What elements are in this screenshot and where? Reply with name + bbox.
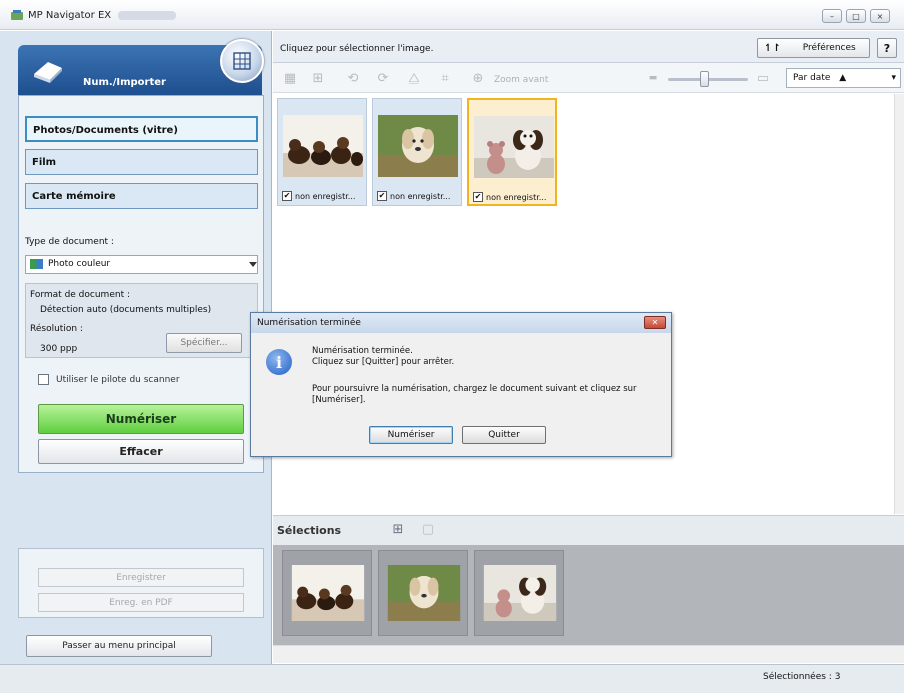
selections-title: Sélections — [277, 524, 342, 537]
resolution-value: 300 ppp — [40, 344, 78, 354]
large-thumb-icon[interactable]: ▭ — [756, 70, 770, 86]
thumbnail-checkbox[interactable]: ✔ — [377, 191, 387, 201]
grid-icon[interactable]: ⊞ — [310, 70, 326, 86]
source-photos-documents[interactable]: Photos/Documents (vitre) — [25, 116, 258, 142]
thumbnail-caption: non enregistr... — [486, 193, 547, 202]
dialog-close-icon[interactable]: ✕ — [644, 316, 666, 329]
zoom-label[interactable]: Zoom avant — [494, 75, 548, 85]
globe-icon[interactable] — [220, 39, 264, 83]
thumbnail-checkbox[interactable]: ✔ — [282, 191, 292, 201]
single-view-icon[interactable]: ▢ — [420, 521, 436, 537]
doc-type-label: Type de document : — [25, 237, 114, 247]
help-button[interactable]: ? — [877, 38, 897, 58]
scan-button[interactable]: Numériser — [38, 404, 244, 434]
sort-arrow-icon: ▲ — [839, 73, 847, 83]
photo-dogs-couch — [291, 565, 365, 621]
preferences-label: Préférences — [802, 43, 856, 53]
rotate-left-icon[interactable]: ⟲ — [345, 70, 361, 86]
preferences-button[interactable]: ↿↾ Préférences — [757, 38, 870, 58]
chevron-down-icon[interactable] — [249, 262, 257, 267]
scanner-icon — [34, 62, 62, 83]
photo-golden-retriever — [378, 115, 458, 177]
main-menu-button[interactable]: Passer au menu principal — [26, 635, 212, 657]
scanner-driver-label: Utiliser le pilote du scanner — [56, 375, 180, 385]
dialog-quit-button[interactable]: Quitter — [462, 426, 546, 444]
minimize-button[interactable]: – — [822, 9, 842, 23]
specify-button[interactable]: Spécifier... — [166, 333, 242, 353]
source-memory-card[interactable]: Carte mémoire — [25, 183, 258, 209]
doc-type-select[interactable]: Photo couleur — [25, 255, 258, 274]
source-film[interactable]: Film — [25, 149, 258, 175]
resolution-label: Résolution : — [30, 324, 83, 334]
selected-count: Sélectionnées : 3 — [763, 672, 841, 682]
selection-item-1[interactable] — [282, 550, 372, 636]
rotate-right-icon[interactable]: ⟳ — [375, 70, 391, 86]
photo-dog-teddy-bear — [474, 116, 554, 178]
close-button[interactable]: × — [870, 9, 890, 23]
save-button[interactable]: Enregistrer — [38, 568, 244, 587]
color-photo-icon — [30, 259, 43, 269]
format-value: Détection auto (documents multiples) — [40, 305, 212, 315]
maximize-button[interactable]: □ — [846, 9, 866, 23]
chevron-down-icon: ▾ — [891, 73, 896, 83]
dialog-line-2: Cliquez sur [Quitter] pour arrêter. — [312, 357, 455, 367]
slider-handle[interactable] — [700, 71, 709, 87]
window-title: MP Navigator EX — [28, 10, 112, 21]
dialog-title: Numérisation terminée — [251, 313, 671, 333]
thumbnail-checkbox[interactable]: ✔ — [473, 192, 483, 202]
photo-golden-retriever — [387, 565, 461, 621]
photo-dog-teddy-bear — [483, 565, 557, 621]
zoom-icon[interactable]: ⊕ — [470, 70, 486, 86]
selection-item-2[interactable] — [378, 550, 468, 636]
scanner-driver-checkbox[interactable] — [38, 374, 49, 385]
info-icon: i — [266, 349, 292, 375]
thumbnail-1[interactable]: ✔ non enregistr... — [277, 98, 367, 206]
left-panel-title: Num./Importer — [83, 77, 166, 88]
thumbnail-2[interactable]: ✔ non enregistr... — [372, 98, 462, 206]
format-label: Format de document : — [30, 290, 130, 300]
grid-view-icon[interactable]: ⊞ — [390, 521, 406, 537]
select-all-icon[interactable]: ▦ — [282, 70, 298, 86]
app-icon — [11, 10, 23, 20]
dialog-line-3: Pour poursuivre la numérisation, chargez… — [312, 384, 637, 405]
selection-item-3[interactable] — [474, 550, 564, 636]
save-pdf-button[interactable]: Enreg. en PDF — [38, 593, 244, 612]
small-thumb-icon[interactable]: ▬ — [647, 70, 659, 86]
select-hint: Cliquez pour sélectionner l'image. — [280, 44, 434, 54]
crop-icon[interactable]: ⌗ — [437, 70, 453, 86]
selections-header — [273, 515, 904, 545]
dialog-scan-button[interactable]: Numériser — [369, 426, 453, 444]
horizontal-scrollbar[interactable] — [273, 645, 904, 663]
thumbnail-caption: non enregistr... — [390, 192, 451, 201]
vertical-scrollbar[interactable] — [894, 94, 904, 514]
clear-button[interactable]: Effacer — [38, 439, 244, 464]
photo-dogs-couch — [283, 115, 363, 177]
sort-select[interactable]: Par date ▲ ▾ — [786, 68, 901, 88]
dialog-line-1: Numérisation terminée. — [312, 346, 413, 356]
preferences-icon: ↿↾ — [764, 42, 781, 54]
thumbnail-3[interactable]: ✔ non enregistr... — [467, 98, 557, 206]
mirror-icon[interactable]: ⧋ — [406, 70, 422, 86]
thumbnail-caption: non enregistr... — [295, 192, 356, 201]
title-blur — [118, 11, 176, 20]
sort-value: Par date — [793, 73, 831, 83]
